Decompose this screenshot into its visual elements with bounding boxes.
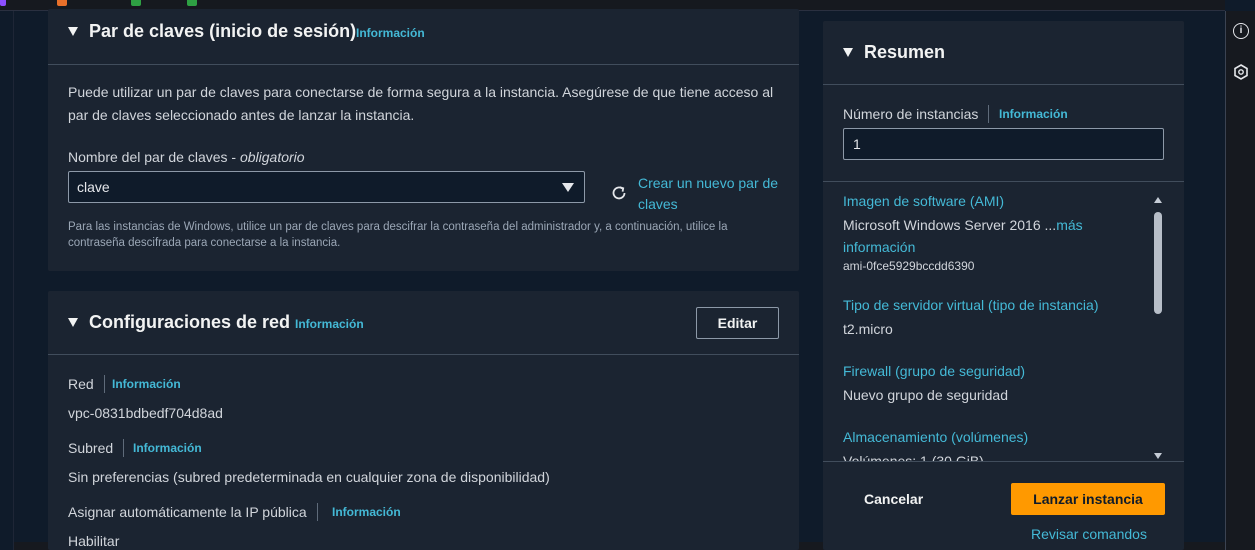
scroll-up-arrow-icon[interactable]	[1154, 197, 1162, 203]
tab-icon-purple[interactable]	[0, 0, 6, 6]
key-pair-description-2: par de claves seleccionado antes de lanz…	[68, 107, 415, 123]
collapse-caret-icon[interactable]	[68, 318, 78, 327]
summary-title: Resumen	[864, 42, 946, 62]
refresh-icon[interactable]	[610, 184, 628, 202]
collapse-caret-icon[interactable]	[68, 27, 78, 36]
key-pair-info-link[interactable]: Información	[356, 26, 425, 40]
public-ip-value: Habilitar	[68, 533, 120, 549]
collapse-caret-icon[interactable]	[843, 48, 853, 57]
key-pair-description: Puede utilizar un par de claves para con…	[68, 84, 774, 100]
right-utility-rail: i	[1225, 11, 1255, 550]
left-gutter	[0, 11, 14, 550]
key-pair-header: Par de claves (inicio de sesión) Informa…	[48, 9, 799, 65]
network-info-link[interactable]: Información	[295, 317, 364, 331]
summary-footer-divider	[823, 461, 1184, 462]
instances-value: 1	[853, 136, 861, 152]
storage-link[interactable]: Almacenamiento (volúmenes)	[843, 429, 1028, 445]
instances-info-link[interactable]: Información	[999, 107, 1068, 121]
dropdown-arrow-icon	[562, 183, 574, 192]
network-header: Configuraciones de red Información Edita…	[48, 291, 799, 355]
ami-id: ami-0fce5929bccdd6390	[843, 259, 975, 273]
key-pair-selected-value: clave	[77, 179, 110, 195]
firewall-value: Nuevo grupo de seguridad	[843, 387, 1009, 403]
key-pair-field-label: Nombre del par de claves - obligatorio	[68, 149, 305, 165]
key-pair-select[interactable]: clave	[68, 171, 585, 203]
vpc-label: Red	[68, 375, 113, 393]
subnet-info-link[interactable]: Información	[133, 441, 202, 455]
review-commands-link[interactable]: Revisar comandos	[1031, 526, 1147, 542]
launch-instance-button[interactable]: Lanzar instancia	[1011, 483, 1165, 515]
vpc-value: vpc-0831bdbedf704d8ad	[68, 405, 223, 421]
ami-link[interactable]: Imagen de software (AMI)	[843, 193, 1004, 209]
info-icon[interactable]: i	[1233, 23, 1249, 39]
ami-value: Microsoft Windows Server 2016 ...más	[843, 217, 1083, 233]
key-pair-hint-2: contraseña descifrada para conectarse a …	[68, 237, 341, 249]
scroll-thumb[interactable]	[1154, 212, 1162, 314]
summary-header: Resumen	[823, 21, 1184, 85]
network-title: Configuraciones de red	[89, 312, 291, 332]
settings-hexagon-icon[interactable]	[1233, 64, 1249, 80]
tab-icon-green[interactable]	[131, 0, 141, 6]
summary-scrollbar[interactable]	[1154, 197, 1162, 459]
instance-type-value: t2.micro	[843, 321, 893, 337]
instances-label: Número de instancias	[843, 105, 997, 123]
storage-value: Volúmenes: 1 (30 GiB)	[843, 453, 984, 461]
subnet-value: Sin preferencias (subred predeterminada …	[68, 469, 550, 485]
summary-scroll-area[interactable]: Imagen de software (AMI) Microsoft Windo…	[823, 181, 1184, 461]
instances-input[interactable]: 1	[843, 128, 1164, 160]
subnet-label: Subred	[68, 439, 132, 457]
key-pair-title: Par de claves (inicio de sesión)	[89, 21, 357, 41]
vpc-info-link[interactable]: Información	[112, 377, 181, 391]
key-pair-hint: Para las instancias de Windows, utilice …	[68, 221, 728, 233]
tab-icon-orange[interactable]	[57, 0, 67, 6]
tab-icon-green-2[interactable]	[187, 0, 197, 6]
network-settings-panel: Configuraciones de red Información Edita…	[48, 291, 799, 550]
edit-button[interactable]: Editar	[696, 307, 779, 339]
public-ip-label: Asignar automáticamente la IP pública	[68, 503, 326, 521]
ami-more-info-link[interactable]: información	[843, 239, 915, 255]
instance-type-link[interactable]: Tipo de servidor virtual (tipo de instan…	[843, 297, 1099, 313]
cancel-button[interactable]: Cancelar	[843, 483, 943, 515]
summary-panel: Resumen Número de instancias Información…	[823, 21, 1184, 550]
key-pair-panel: Par de claves (inicio de sesión) Informa…	[48, 9, 799, 271]
create-key-pair-link[interactable]: Crear un nuevo par de	[638, 175, 778, 191]
scroll-down-arrow-icon[interactable]	[1154, 453, 1162, 459]
firewall-link[interactable]: Firewall (grupo de seguridad)	[843, 363, 1025, 379]
create-key-pair-link-2[interactable]: claves	[638, 196, 678, 212]
public-ip-info-link[interactable]: Información	[332, 505, 401, 519]
